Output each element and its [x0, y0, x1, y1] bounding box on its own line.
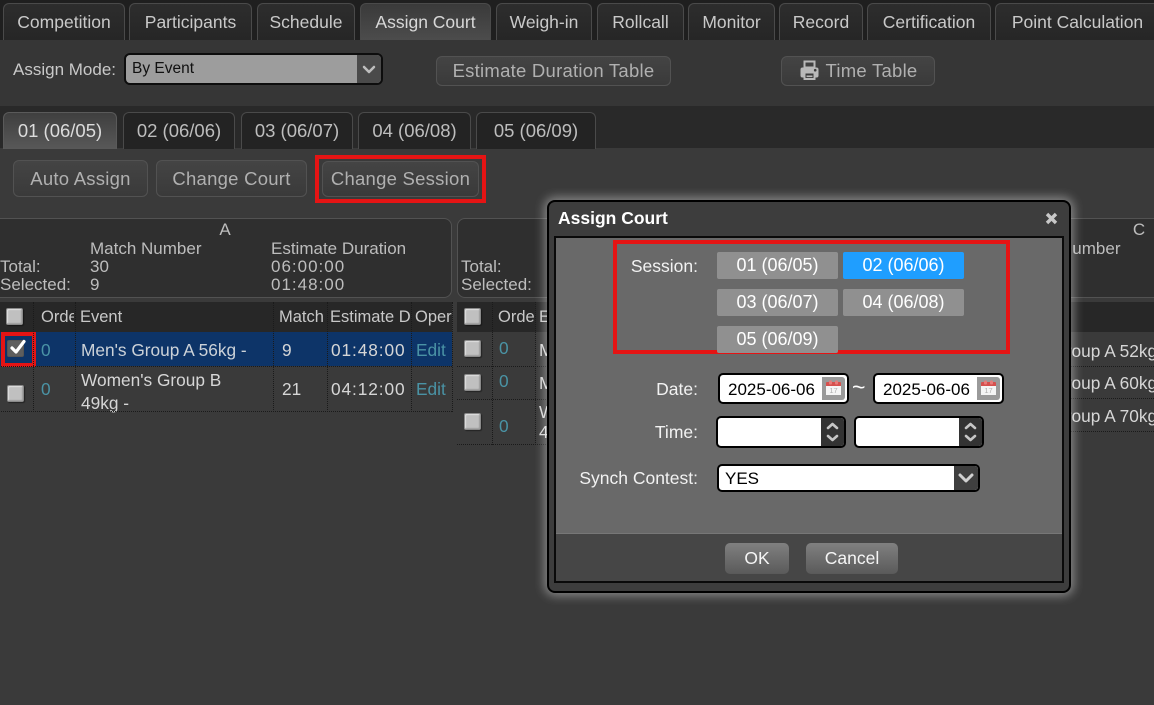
svg-text:17: 17 — [984, 386, 992, 395]
svg-text:17: 17 — [829, 386, 837, 395]
